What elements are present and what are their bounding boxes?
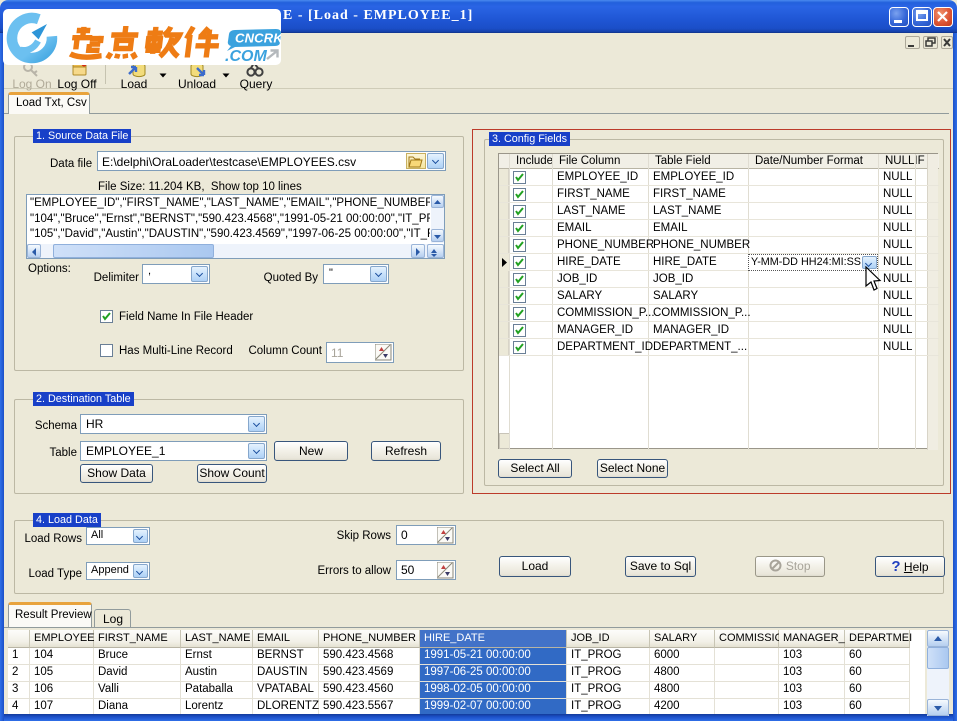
svg-text:.COM: .COM: [225, 48, 267, 65]
svg-text:CNCRK: CNCRK: [235, 31, 281, 46]
